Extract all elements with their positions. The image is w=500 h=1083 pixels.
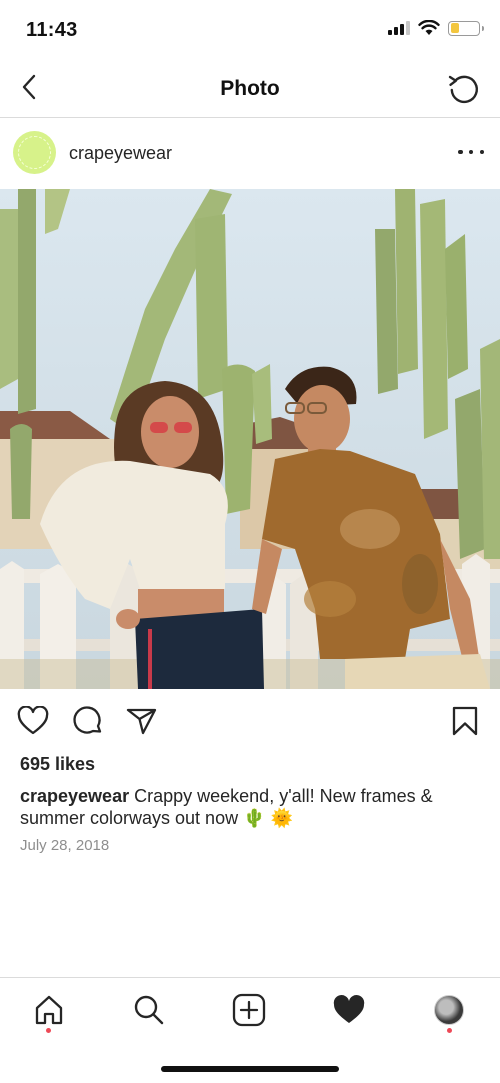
tab-new-post[interactable] <box>229 990 269 1030</box>
nav-header: Photo <box>0 58 500 118</box>
status-icons <box>388 20 484 36</box>
paper-plane-icon <box>126 708 157 735</box>
more-horizontal-icon <box>458 149 463 155</box>
heart-filled-icon <box>333 995 365 1023</box>
photo-illustration <box>0 189 500 689</box>
more-options-button[interactable] <box>458 141 484 163</box>
comment-button[interactable] <box>71 704 105 738</box>
home-notification-dot <box>46 1028 51 1033</box>
post-caption: crapeyewear Crappy weekend, y'all! New f… <box>20 785 480 829</box>
tab-activity[interactable] <box>329 990 369 1030</box>
home-indicator[interactable] <box>161 1066 339 1072</box>
post-username[interactable]: crapeyewear <box>69 143 172 164</box>
caption-username[interactable]: crapeyewear <box>20 786 129 806</box>
profile-avatar <box>434 995 464 1025</box>
avatar-logo <box>18 136 51 169</box>
battery-fill <box>450 23 459 33</box>
add-icon <box>232 993 266 1027</box>
post-date: July 28, 2018 <box>20 837 110 854</box>
share-button[interactable] <box>124 704 158 738</box>
heart-outline-icon <box>17 706 49 735</box>
page-title: Photo <box>220 77 280 100</box>
profile-notification-dot <box>447 1028 452 1033</box>
wifi-icon <box>418 20 440 35</box>
home-icon <box>35 995 63 1025</box>
action-bar <box>0 700 500 744</box>
post-photo[interactable] <box>0 189 500 689</box>
likes-count[interactable]: 695 likes <box>20 754 95 775</box>
comment-icon <box>73 706 102 734</box>
status-bar: 11:43 <box>0 0 500 58</box>
bookmark-icon <box>452 706 478 736</box>
cellular-signal-icon <box>388 21 410 35</box>
like-button[interactable] <box>16 704 50 738</box>
status-time: 11:43 <box>26 19 78 41</box>
post-header: crapeyewear <box>0 119 500 189</box>
search-icon <box>134 995 164 1025</box>
battery-icon <box>448 20 484 36</box>
tab-profile[interactable] <box>429 990 469 1030</box>
tab-search[interactable] <box>129 990 169 1030</box>
avatar[interactable] <box>13 131 56 174</box>
save-button[interactable] <box>448 704 482 738</box>
tab-home[interactable] <box>29 990 69 1030</box>
refresh-button[interactable] <box>446 70 482 106</box>
refresh-icon <box>448 75 478 104</box>
